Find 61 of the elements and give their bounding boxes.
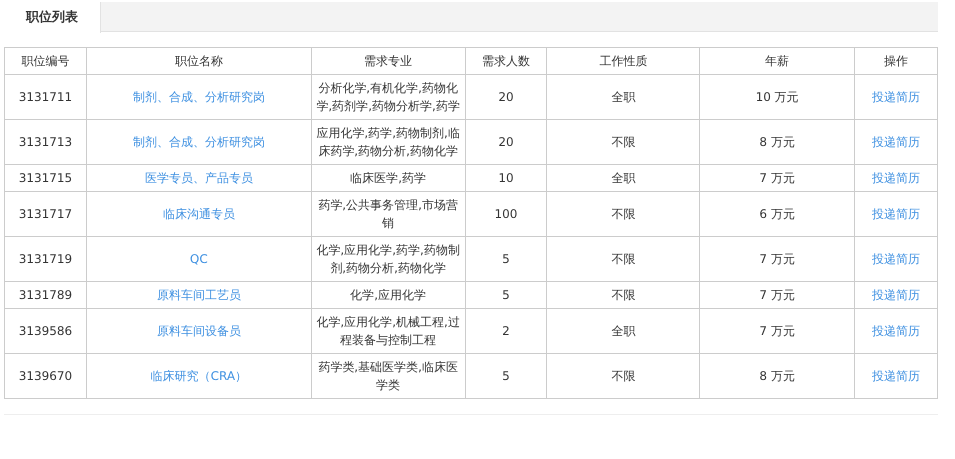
table-cell: 全职 xyxy=(546,164,700,192)
table-cell: 7 万元 xyxy=(700,236,855,282)
job-title-link[interactable]: 临床沟通专员 xyxy=(162,207,235,221)
table-cell: 100 xyxy=(465,192,547,236)
job-title-link[interactable]: 原料车间工艺员 xyxy=(156,288,241,302)
table-cell: 不限 xyxy=(546,236,700,282)
table-cell: 分析化学,有机化学,药物化学,药剂学,药物分析学,药学 xyxy=(311,74,466,120)
table-cell: 全职 xyxy=(546,308,700,354)
apply-link[interactable]: 投递简历 xyxy=(872,135,920,149)
table-cell: 6 万元 xyxy=(700,192,855,236)
column-header: 职位名称 xyxy=(86,48,312,74)
table-cell: 10 万元 xyxy=(700,74,855,120)
table-cell: 5 xyxy=(465,236,547,282)
table-cell: 应用化学,药学,药物制剂,临床药学,药物分析,药物化学 xyxy=(311,120,466,164)
job-title-link[interactable]: QC xyxy=(190,252,208,266)
job-title-link[interactable]: 制剂、合成、分析研究岗 xyxy=(132,135,265,149)
table-cell: 2 xyxy=(465,308,547,354)
apply-link[interactable]: 投递简历 xyxy=(872,252,920,266)
table-cell: 临床医学,药学 xyxy=(311,164,466,192)
table-cell: 20 xyxy=(465,74,547,120)
job-title-link[interactable]: 制剂、合成、分析研究岗 xyxy=(132,90,265,104)
apply-link[interactable]: 投递简历 xyxy=(872,90,920,104)
table-cell: 7 万元 xyxy=(700,164,855,192)
table-cell: 8 万元 xyxy=(700,120,855,164)
table-cell: 不限 xyxy=(546,282,700,308)
table-cell: 8 万元 xyxy=(700,354,855,398)
table-cell: 3131711 xyxy=(4,74,86,120)
table-cell: 不限 xyxy=(546,354,700,398)
job-title-link[interactable]: 临床研究（CRA） xyxy=(150,369,248,383)
table-cell: 5 xyxy=(465,354,547,398)
column-header: 操作 xyxy=(854,48,938,74)
table-cell: 3131789 xyxy=(4,282,86,308)
apply-link[interactable]: 投递简历 xyxy=(872,369,920,383)
table-cell: 3131715 xyxy=(4,164,86,192)
apply-link[interactable]: 投递简历 xyxy=(872,324,920,338)
table-cell: 全职 xyxy=(546,74,700,120)
table-cell: 不限 xyxy=(546,120,700,164)
table-cell: 化学,应用化学,药学,药物制剂,药物分析,药物化学 xyxy=(311,236,466,282)
table-cell: 3131713 xyxy=(4,120,86,164)
table-cell: 不限 xyxy=(546,192,700,236)
table-cell: 10 xyxy=(465,164,547,192)
column-header: 职位编号 xyxy=(4,48,86,74)
table-cell: 7 万元 xyxy=(700,308,855,354)
table-cell: 药学类,基础医学类,临床医学类 xyxy=(311,354,466,398)
table-cell: 5 xyxy=(465,282,547,308)
table-cell: 化学,应用化学 xyxy=(311,282,466,308)
table-cell: 3139586 xyxy=(4,308,86,354)
table-cell: 药学,公共事务管理,市场营销 xyxy=(311,192,466,236)
table-cell: 3131719 xyxy=(4,236,86,282)
table-cell: 7 万元 xyxy=(700,282,855,308)
column-header: 需求人数 xyxy=(465,48,547,74)
apply-link[interactable]: 投递简历 xyxy=(872,207,920,221)
table-cell: 3131717 xyxy=(4,192,86,236)
column-header: 年薪 xyxy=(700,48,855,74)
column-header: 工作性质 xyxy=(546,48,700,74)
table-cell: 化学,应用化学,机械工程,过程装备与控制工程 xyxy=(311,308,466,354)
job-title-link[interactable]: 原料车间设备员 xyxy=(156,324,241,338)
tab[interactable]: 职位列表 xyxy=(4,2,101,33)
table-cell: 3139670 xyxy=(4,354,86,398)
table-cell: 20 xyxy=(465,120,547,164)
column-header: 需求专业 xyxy=(311,48,466,74)
